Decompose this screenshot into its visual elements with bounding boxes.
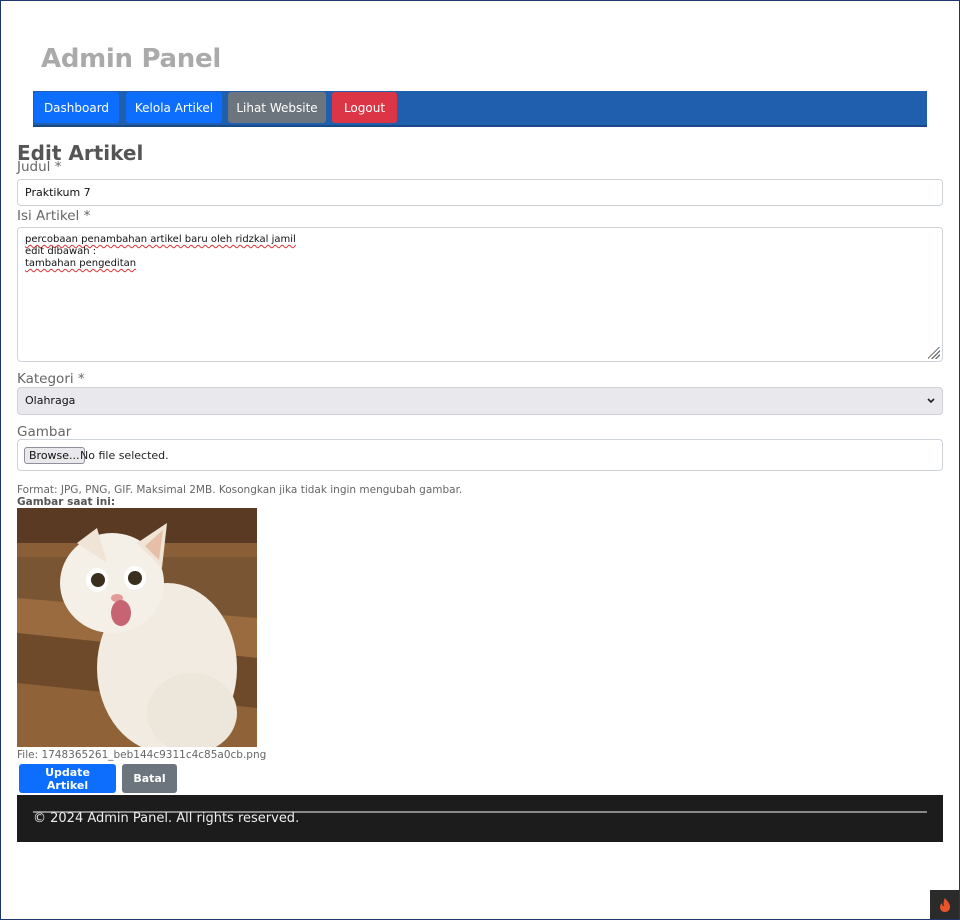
isi-line: tambahan pengeditan <box>25 258 137 269</box>
kategori-label: Kategori * <box>17 371 85 387</box>
no-file-text: No file selected. <box>80 449 169 462</box>
upload-hint: Format: JPG, PNG, GIF. Maksimal 2MB. Kos… <box>17 484 463 496</box>
judul-label: Judul * <box>17 159 62 175</box>
isi-line: percobaan penambahan artikel baru oleh r… <box>25 234 296 245</box>
isi-line: edit dibawah : <box>25 246 97 257</box>
kategori-selected-value: Olahraga <box>25 394 76 407</box>
gambar-file-input[interactable]: Browse... No file selected. <box>17 439 943 471</box>
nav-logout-button[interactable]: Logout <box>332 92 397 123</box>
nav-dashboard-button[interactable]: Dashboard <box>34 92 119 123</box>
current-image-filename: File: 1748365261_beb144c9311c4c85a0cb.pn… <box>17 749 267 761</box>
top-navbar: Dashboard Kelola Artikel Lihat Website L… <box>33 91 927 127</box>
resize-grip-icon[interactable] <box>928 347 940 359</box>
gambar-label: Gambar <box>17 424 72 440</box>
judul-input[interactable]: Praktikum 7 <box>17 179 943 206</box>
kategori-select[interactable]: Olahraga <box>17 387 943 415</box>
batal-button[interactable]: Batal <box>122 764 177 793</box>
nav-lihat-website-button[interactable]: Lihat Website <box>228 92 326 123</box>
current-article-image <box>17 508 257 747</box>
page-footer: © 2024 Admin Panel. All rights reserved. <box>17 795 943 842</box>
isi-artikel-label: Isi Artikel * <box>17 208 91 224</box>
nav-kelola-artikel-button[interactable]: Kelola Artikel <box>126 92 222 123</box>
update-artikel-button[interactable]: Update Artikel <box>19 764 116 793</box>
site-brand: Admin Panel <box>41 44 221 74</box>
chevron-down-icon <box>926 388 936 425</box>
browse-button[interactable]: Browse... <box>24 447 85 464</box>
footer-copyright: © 2024 Admin Panel. All rights reserved. <box>33 811 300 826</box>
flame-icon[interactable] <box>930 890 959 919</box>
isi-artikel-textarea[interactable]: percobaan penambahan artikel baru oleh r… <box>17 227 943 362</box>
current-image-label: Gambar saat ini: <box>17 496 116 508</box>
